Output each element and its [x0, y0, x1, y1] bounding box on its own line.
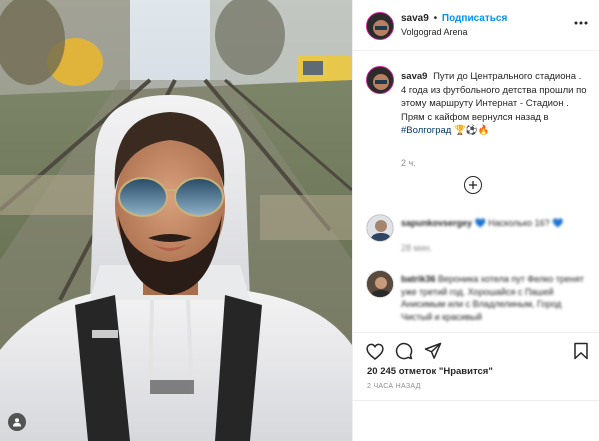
share-icon[interactable] [423, 341, 443, 361]
heart-icon[interactable] [365, 341, 385, 361]
blue-heart-emoji: 💙 [474, 218, 486, 228]
caption-timestamp: 2 ч. [401, 158, 416, 168]
comment-avatar[interactable] [366, 270, 394, 298]
more-icon[interactable] [574, 16, 588, 30]
hashtag-link[interactable]: #Волгоград [401, 125, 451, 136]
post-photo[interactable] [0, 0, 352, 441]
comment-body: sapunkovsergey 💙 Насколько 16? 💙 [401, 217, 589, 230]
post-author-username[interactable]: sava9 [401, 13, 429, 24]
caption-text: Пути до Центрального стадиона . 4 года и… [401, 71, 587, 109]
caption-line-2: Прям с кайфом вернулся назад в [401, 111, 549, 123]
post-header: sava9 • Подписаться Volgograd Arena [353, 0, 599, 51]
comment-timestamp: 28 мин. [401, 243, 433, 253]
bookmark-icon[interactable] [571, 341, 591, 361]
caption-avatar[interactable] [366, 66, 394, 94]
comment-body: batrik36 Вероника хотела пут Фелко треня… [401, 273, 589, 323]
avatar[interactable] [366, 12, 394, 40]
plus-circle-icon[interactable] [464, 176, 482, 194]
post-location[interactable]: Volgograd Arena [401, 27, 468, 38]
likes-count[interactable]: 20 245 отметок "Нравится" [367, 366, 493, 377]
add-comment-area[interactable] [353, 400, 599, 441]
caption-emoji: 🏆⚽🔥 [454, 125, 490, 136]
likes-label: отметок "Нравится" [398, 366, 493, 377]
comment-icon[interactable] [394, 341, 414, 361]
likes-number: 20 245 [367, 366, 397, 377]
post-date: 2 ЧАСА НАЗАД [367, 383, 421, 390]
post-side-panel: sava9 • Подписаться Volgograd Arena sava… [352, 0, 599, 441]
comment-avatar[interactable] [366, 214, 394, 242]
comment-text: Насколько 16? [488, 218, 550, 228]
caption-username[interactable]: sava9 [401, 71, 427, 82]
separator-dot: • [433, 13, 438, 24]
blue-heart-emoji: 💙 [552, 218, 564, 228]
photo-scene [0, 0, 352, 441]
post-caption: sava9 Пути до Центрального стадиона . 4 … [401, 70, 589, 138]
comment-username[interactable]: sapunkovsergey [401, 218, 472, 228]
action-bar [353, 332, 599, 366]
follow-button[interactable]: Подписаться [442, 13, 507, 24]
user-tag-icon[interactable] [8, 413, 26, 431]
comment-username[interactable]: batrik36 [401, 274, 436, 284]
